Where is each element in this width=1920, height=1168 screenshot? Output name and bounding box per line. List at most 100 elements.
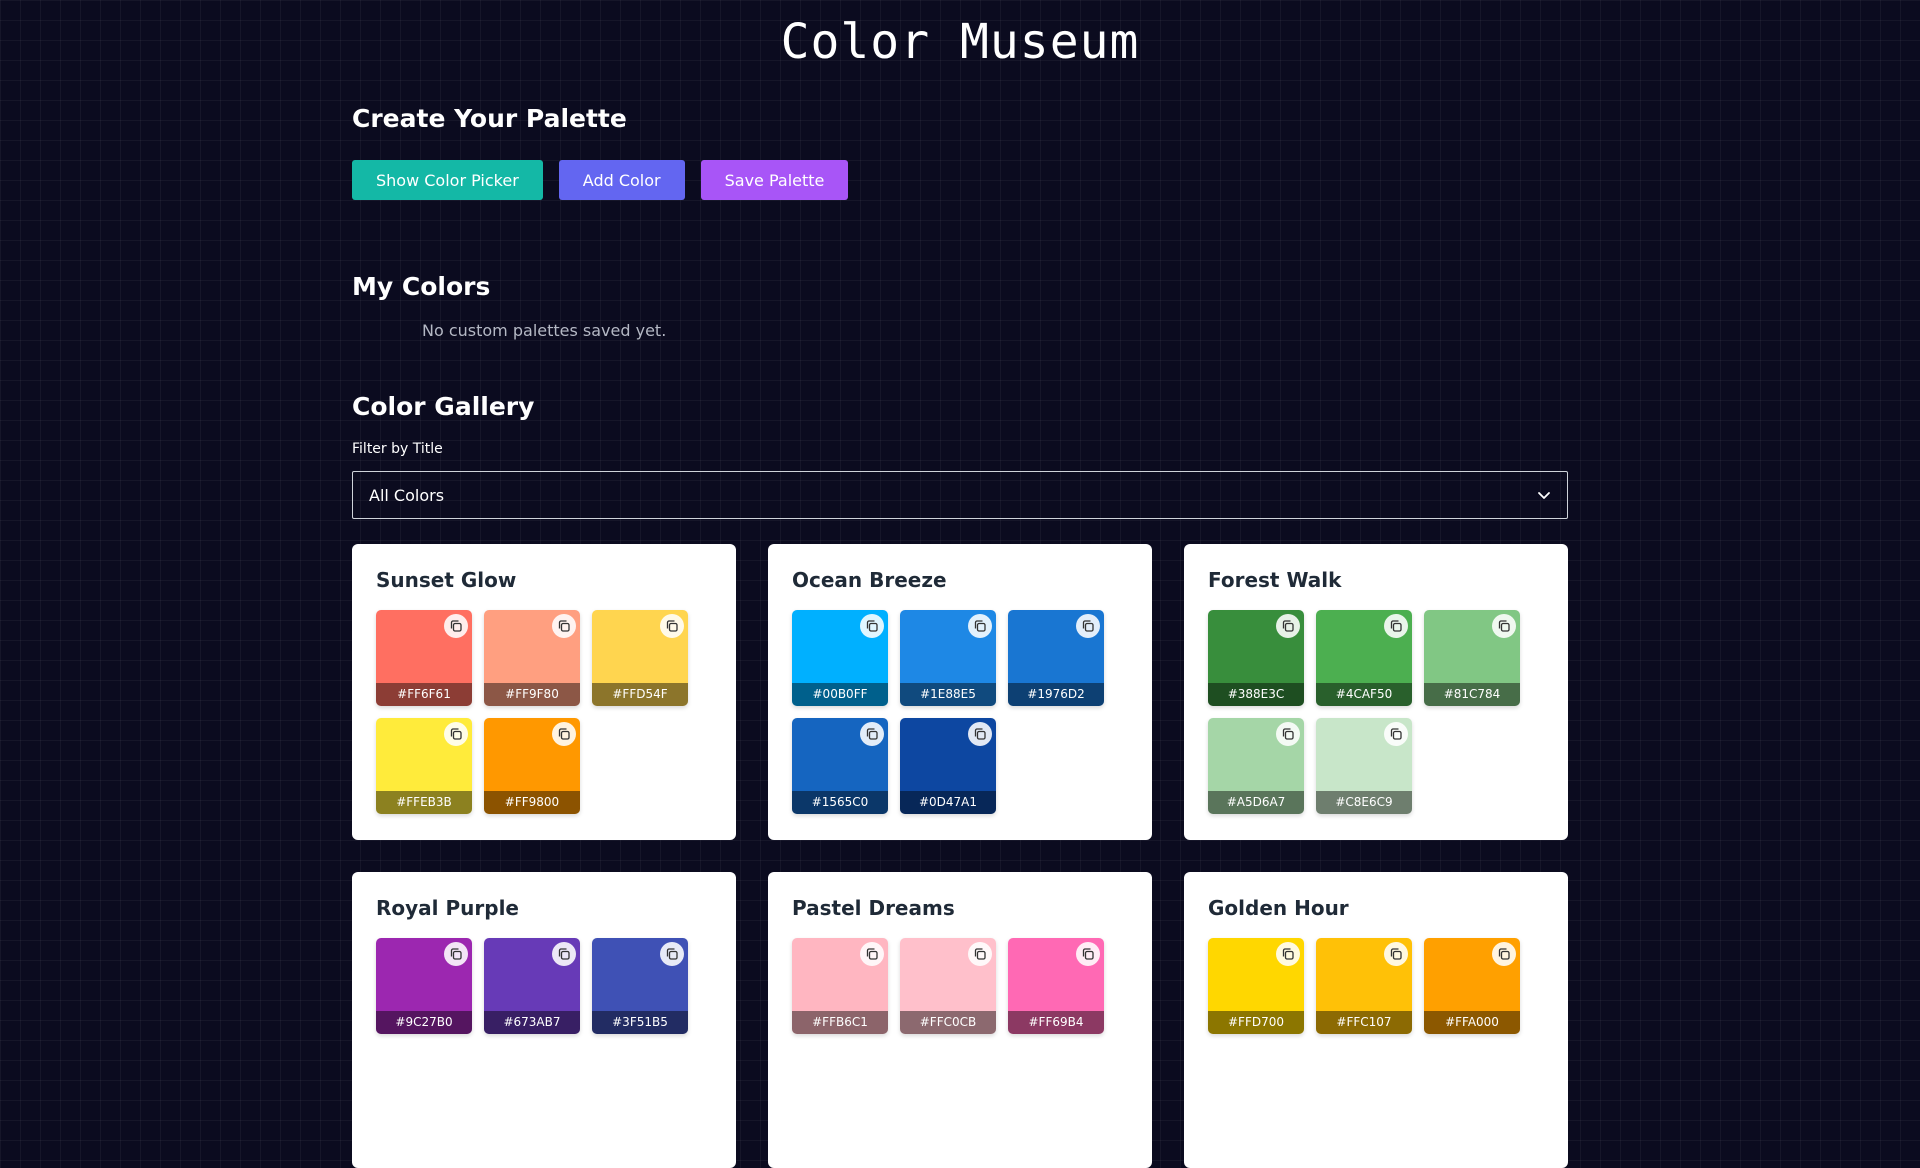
swatch-grid: #FFB6C1 #FFC0CB #FF69B4 bbox=[792, 938, 1128, 1034]
palette-card: Pastel Dreams #FFB6C1 #FFC0CB #FF69B4 bbox=[768, 872, 1152, 1168]
copy-icon[interactable] bbox=[1276, 614, 1300, 638]
palette-title: Golden Hour bbox=[1208, 896, 1349, 920]
copy-icon[interactable] bbox=[860, 614, 884, 638]
palette-card: Sunset Glow #FF6F61 #FF9F80 #FFD54F #FFEB3B #… bbox=[352, 544, 736, 840]
palette-card: Forest Walk #388E3C #4CAF50 #81C784 #A5D6A7 #… bbox=[1184, 544, 1568, 840]
color-swatch[interactable]: #9C27B0 bbox=[376, 938, 472, 1034]
copy-icon[interactable] bbox=[1276, 942, 1300, 966]
add-color-button[interactable]: Add Color bbox=[558, 160, 685, 200]
color-swatch[interactable]: #FFD700 bbox=[1208, 938, 1304, 1034]
color-swatch[interactable]: #1E88E5 bbox=[900, 610, 996, 706]
color-hex-label: #FFD700 bbox=[1208, 1011, 1304, 1034]
color-swatch[interactable]: #FFD54F bbox=[592, 610, 688, 706]
color-hex-label: #C8E6C9 bbox=[1316, 791, 1412, 814]
color-swatch[interactable]: #3F51B5 bbox=[592, 938, 688, 1034]
color-hex-label: #FFA000 bbox=[1424, 1011, 1520, 1034]
copy-icon[interactable] bbox=[1492, 614, 1516, 638]
color-swatch[interactable]: #FFEB3B bbox=[376, 718, 472, 814]
color-gallery-heading: Color Gallery bbox=[352, 392, 535, 421]
color-hex-label: #81C784 bbox=[1424, 683, 1520, 706]
palette-title: Pastel Dreams bbox=[792, 896, 955, 920]
swatch-grid: #FF6F61 #FF9F80 #FFD54F #FFEB3B #FF9800 bbox=[376, 610, 712, 814]
color-hex-label: #FF9800 bbox=[484, 791, 580, 814]
color-swatch[interactable]: #81C784 bbox=[1424, 610, 1520, 706]
show-color-picker-button[interactable]: Show Color Picker bbox=[352, 160, 543, 200]
copy-icon[interactable] bbox=[1276, 722, 1300, 746]
color-hex-label: #673AB7 bbox=[484, 1011, 580, 1034]
color-swatch[interactable]: #FF9F80 bbox=[484, 610, 580, 706]
copy-icon[interactable] bbox=[660, 942, 684, 966]
filter-label: Filter by Title bbox=[352, 441, 443, 457]
color-swatch[interactable]: #C8E6C9 bbox=[1316, 718, 1412, 814]
create-palette-section: Create Your Palette Show Color Picker Ad… bbox=[352, 104, 1568, 200]
swatch-grid: #00B0FF #1E88E5 #1976D2 #1565C0 #0D47A1 bbox=[792, 610, 1128, 814]
palette-card: Royal Purple #9C27B0 #673AB7 #3F51B5 bbox=[352, 872, 736, 1168]
palette-actions: Show Color Picker Add Color Save Palette bbox=[352, 160, 1568, 200]
palette-title: Ocean Breeze bbox=[792, 568, 947, 592]
color-swatch[interactable]: #FFC107 bbox=[1316, 938, 1412, 1034]
color-swatch[interactable]: #1565C0 bbox=[792, 718, 888, 814]
empty-palettes-message: No custom palettes saved yet. bbox=[422, 321, 667, 340]
swatch-grid: #9C27B0 #673AB7 #3F51B5 bbox=[376, 938, 712, 1034]
chevron-down-icon bbox=[1538, 492, 1550, 499]
color-swatch[interactable]: #FFC0CB bbox=[900, 938, 996, 1034]
color-hex-label: #FF69B4 bbox=[1008, 1011, 1104, 1034]
color-hex-label: #9C27B0 bbox=[376, 1011, 472, 1034]
copy-icon[interactable] bbox=[1076, 614, 1100, 638]
copy-icon[interactable] bbox=[444, 722, 468, 746]
copy-icon[interactable] bbox=[968, 722, 992, 746]
color-hex-label: #FFC0CB bbox=[900, 1011, 996, 1034]
color-hex-label: #4CAF50 bbox=[1316, 683, 1412, 706]
copy-icon[interactable] bbox=[1492, 942, 1516, 966]
copy-icon[interactable] bbox=[444, 942, 468, 966]
copy-icon[interactable] bbox=[968, 614, 992, 638]
color-swatch[interactable]: #4CAF50 bbox=[1316, 610, 1412, 706]
color-hex-label: #3F51B5 bbox=[592, 1011, 688, 1034]
color-hex-label: #0D47A1 bbox=[900, 791, 996, 814]
color-gallery-section: Color Gallery Filter by Title All Colors… bbox=[352, 392, 1568, 1168]
copy-icon[interactable] bbox=[1384, 614, 1408, 638]
copy-icon[interactable] bbox=[552, 722, 576, 746]
palette-title: Royal Purple bbox=[376, 896, 519, 920]
color-hex-label: #FFC107 bbox=[1316, 1011, 1412, 1034]
palette-title: Forest Walk bbox=[1208, 568, 1342, 592]
copy-icon[interactable] bbox=[552, 942, 576, 966]
color-swatch[interactable]: #FF69B4 bbox=[1008, 938, 1104, 1034]
filter-selected-value: All Colors bbox=[369, 485, 445, 505]
my-colors-section: My Colors No custom palettes saved yet. bbox=[352, 272, 1568, 340]
copy-icon[interactable] bbox=[1384, 942, 1408, 966]
color-hex-label: #FFD54F bbox=[592, 683, 688, 706]
color-swatch[interactable]: #1976D2 bbox=[1008, 610, 1104, 706]
color-swatch[interactable]: #0D47A1 bbox=[900, 718, 996, 814]
save-palette-button[interactable]: Save Palette bbox=[700, 160, 849, 200]
color-swatch[interactable]: #A5D6A7 bbox=[1208, 718, 1304, 814]
color-swatch[interactable]: #FFB6C1 bbox=[792, 938, 888, 1034]
palette-card: Golden Hour #FFD700 #FFC107 #FFA000 bbox=[1184, 872, 1568, 1168]
color-hex-label: #1565C0 bbox=[792, 791, 888, 814]
palette-title: Sunset Glow bbox=[376, 568, 517, 592]
color-swatch[interactable]: #FF9800 bbox=[484, 718, 580, 814]
swatch-grid: #FFD700 #FFC107 #FFA000 bbox=[1208, 938, 1544, 1034]
color-hex-label: #FF6F61 bbox=[376, 683, 472, 706]
color-swatch[interactable]: #00B0FF bbox=[792, 610, 888, 706]
color-hex-label: #00B0FF bbox=[792, 683, 888, 706]
copy-icon[interactable] bbox=[860, 722, 884, 746]
color-hex-label: #A5D6A7 bbox=[1208, 791, 1304, 814]
filter-select[interactable]: All Colors bbox=[352, 471, 1568, 519]
color-swatch[interactable]: #FFA000 bbox=[1424, 938, 1520, 1034]
color-hex-label: #1976D2 bbox=[1008, 683, 1104, 706]
copy-icon[interactable] bbox=[552, 614, 576, 638]
swatch-grid: #388E3C #4CAF50 #81C784 #A5D6A7 #C8E6C9 bbox=[1208, 610, 1544, 814]
copy-icon[interactable] bbox=[444, 614, 468, 638]
color-swatch[interactable]: #673AB7 bbox=[484, 938, 580, 1034]
copy-icon[interactable] bbox=[860, 942, 884, 966]
palette-grid: Sunset Glow #FF6F61 #FF9F80 #FFD54F #FFEB3B #… bbox=[352, 544, 1568, 1168]
copy-icon[interactable] bbox=[968, 942, 992, 966]
color-swatch[interactable]: #FF6F61 bbox=[376, 610, 472, 706]
copy-icon[interactable] bbox=[1384, 722, 1408, 746]
color-swatch[interactable]: #388E3C bbox=[1208, 610, 1304, 706]
color-hex-label: #1E88E5 bbox=[900, 683, 996, 706]
color-hex-label: #FFEB3B bbox=[376, 791, 472, 814]
copy-icon[interactable] bbox=[660, 614, 684, 638]
copy-icon[interactable] bbox=[1076, 942, 1100, 966]
